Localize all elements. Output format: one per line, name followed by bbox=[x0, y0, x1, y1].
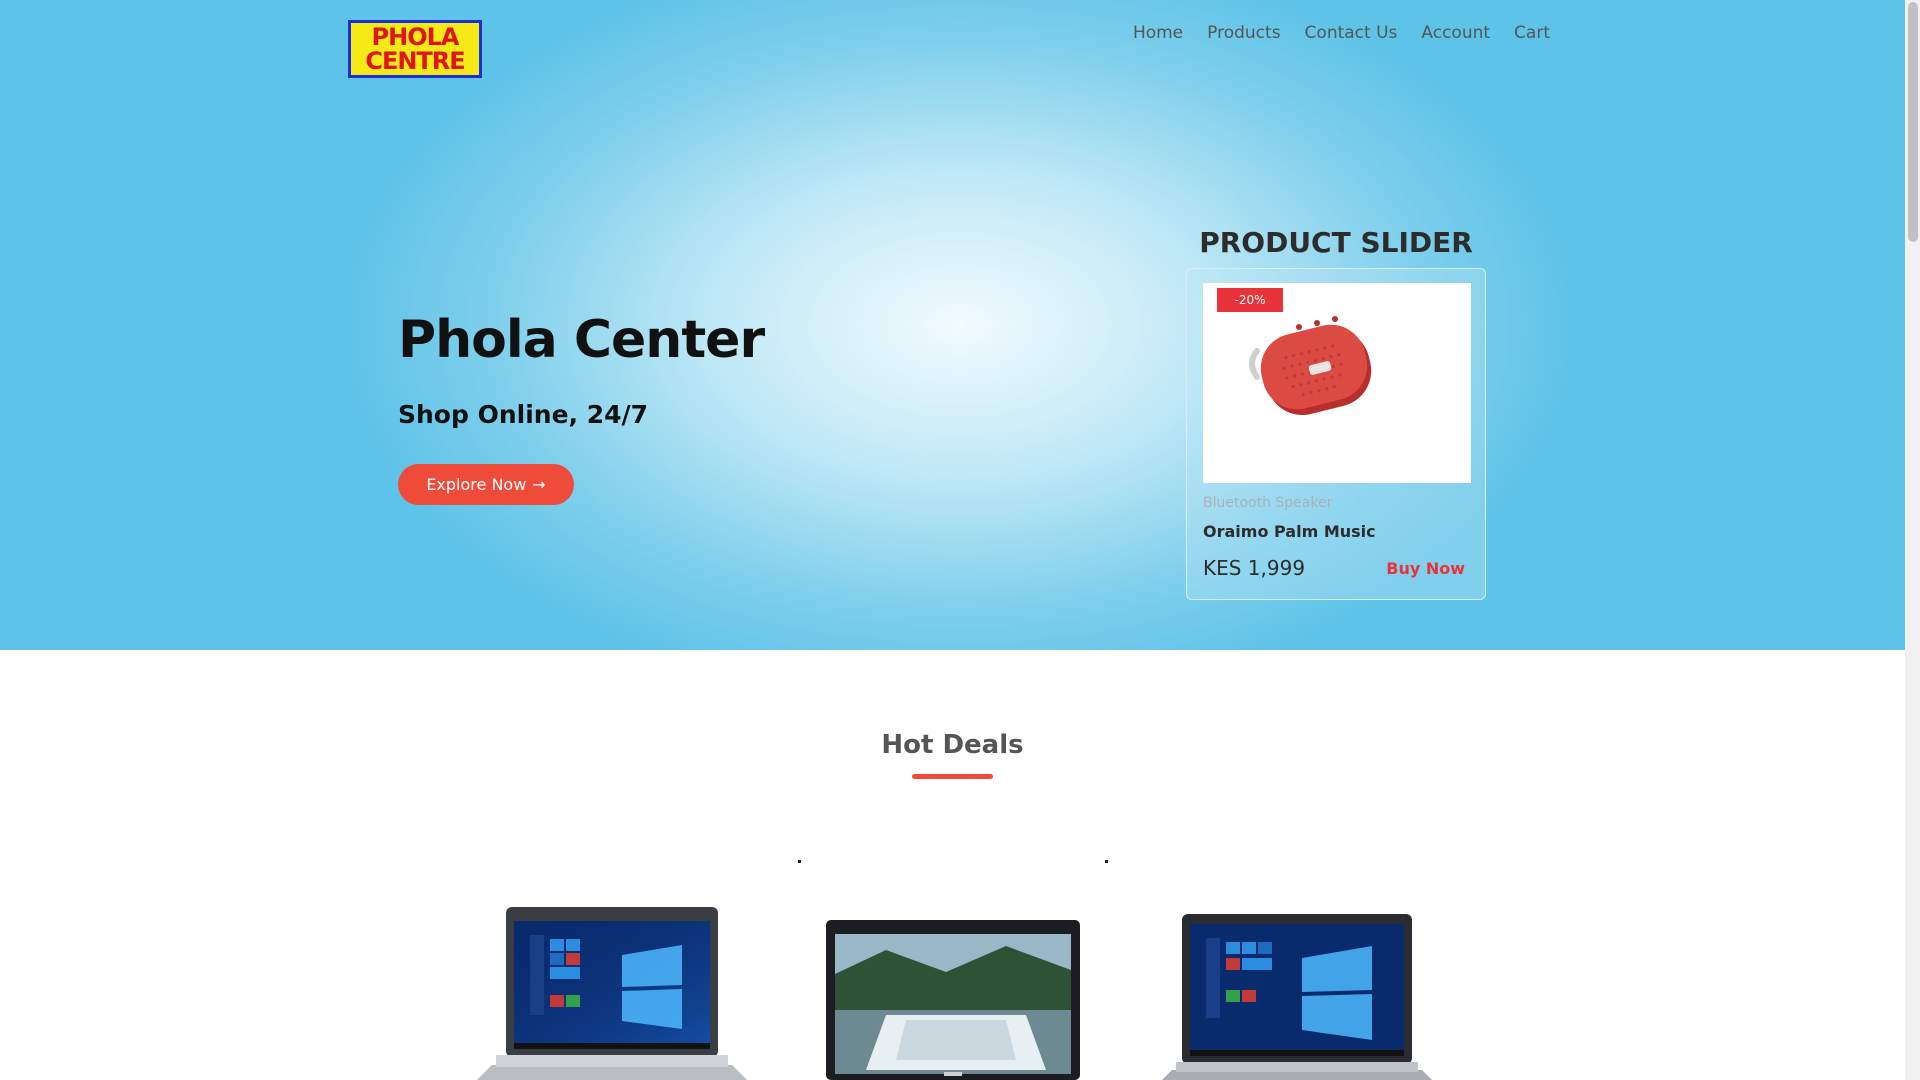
product-slider-card[interactable]: -20% Bluetooth Speaker Oraimo Palm Music… bbox=[1186, 268, 1486, 600]
divider-dot bbox=[798, 860, 801, 863]
page-scrollbar[interactable] bbox=[1905, 0, 1920, 1080]
nav-account[interactable]: Account bbox=[1421, 20, 1490, 46]
product-name[interactable]: Oraimo Palm Music bbox=[1203, 522, 1376, 541]
product-image[interactable]: -20% bbox=[1203, 283, 1471, 483]
explore-now-label: Explore Now bbox=[426, 475, 527, 494]
explore-now-button[interactable]: Explore Now → bbox=[398, 464, 574, 505]
scrollbar-thumb[interactable] bbox=[1908, 2, 1918, 242]
product-price: KES 1,999 bbox=[1203, 556, 1306, 580]
divider-dot bbox=[1105, 860, 1108, 863]
discount-badge: -20% bbox=[1217, 288, 1283, 312]
bluetooth-speaker-image bbox=[1249, 316, 1372, 416]
nav-products[interactable]: Products bbox=[1207, 20, 1280, 46]
dell-laptop-image[interactable] bbox=[826, 920, 1080, 1080]
hot-deals-title: Hot Deals bbox=[881, 730, 1024, 760]
arrow-right-icon: → bbox=[532, 475, 546, 494]
hp-elitebook-laptop-image[interactable] bbox=[1162, 910, 1432, 1080]
nav-cart[interactable]: Cart bbox=[1514, 20, 1550, 46]
product-slider-title: PRODUCT SLIDER bbox=[1199, 226, 1473, 259]
logo-line-2: CENTRE bbox=[365, 47, 465, 75]
main-nav: Home Products Contact Us Account Cart bbox=[1133, 20, 1550, 46]
logo-line-1: PHOLA bbox=[371, 23, 460, 51]
phola-centre-logo[interactable]: PHOLA CENTRE bbox=[348, 20, 482, 78]
hero-section: PHOLA CENTRE Home Products Contact Us Ac… bbox=[0, 0, 1905, 650]
nav-home[interactable]: Home bbox=[1133, 20, 1183, 46]
buy-now-link[interactable]: Buy Now bbox=[1386, 559, 1465, 578]
nav-contact-us[interactable]: Contact Us bbox=[1305, 20, 1398, 46]
hero-title: Phola Center bbox=[398, 310, 765, 370]
product-category: Bluetooth Speaker bbox=[1203, 495, 1333, 511]
hero-subtitle: Shop Online, 24/7 bbox=[398, 400, 649, 429]
hp-laptop-image[interactable] bbox=[472, 905, 752, 1080]
hot-deals-underline bbox=[912, 774, 993, 779]
